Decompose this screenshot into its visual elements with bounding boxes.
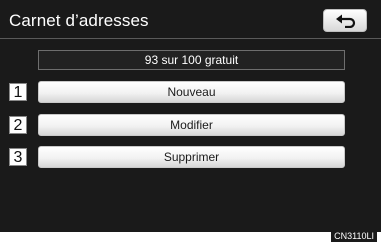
new-button[interactable]: Nouveau [38, 81, 345, 103]
callout-number: 3 [9, 148, 27, 166]
callout-number: 1 [9, 83, 27, 101]
header-divider [0, 38, 381, 39]
capacity-status: 93 sur 100 gratuit [38, 50, 345, 70]
page-title: Carnet d’adresses [9, 11, 149, 30]
callout-number: 2 [9, 116, 27, 134]
delete-button[interactable]: Supprimer [38, 146, 345, 168]
figure-code: CN3110LI [331, 230, 377, 242]
address-book-screen: Carnet d’adresses 93 sur 100 gratuit 1 N… [0, 0, 381, 232]
edit-button[interactable]: Modifier [38, 114, 345, 136]
back-button[interactable] [323, 9, 367, 32]
back-arrow-icon [336, 14, 356, 28]
